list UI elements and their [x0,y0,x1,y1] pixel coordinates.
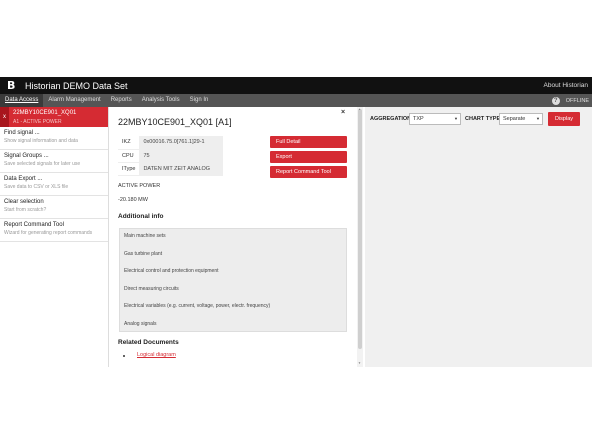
signal-value: -20.180 MW [118,197,148,203]
property-key: CPU [118,149,140,163]
info-line: Main machine sets [124,233,166,239]
property-value: 0x00016.75.0[761.1]29-1 [139,136,224,150]
nav-alarm-management[interactable]: Alarm Management [43,94,105,107]
help-icon[interactable]: ? [551,96,560,105]
selected-signal-name: 22MBY10CE901_XQ01 [13,110,77,116]
bullet-icon [123,355,125,357]
sidebar-item-title: Data Export ... [4,176,43,182]
nav-data-access[interactable]: Data Access [0,94,44,107]
info-line: Gas turbine plant [124,251,163,257]
scroll-up-icon[interactable]: ▲ [358,107,361,111]
aggregation-value: TXP [413,116,424,122]
property-key: IType [118,162,140,176]
sidebar-item-clear-selection[interactable]: Clear selection Start from scratch? [0,196,108,219]
signal-title: 22MBY10CE901_XQ01 [A1] [118,117,232,127]
property-value: DATEN MIT ZEIT ANALOG [139,162,224,176]
sidebar-item-signal-groups[interactable]: Signal Groups ... Save selected signals … [0,150,108,173]
property-key: IKZ [118,136,140,150]
sidebar: x 22MBY10CE901_XQ01 A1 - ACTIVE POWER Fi… [0,107,109,367]
sidebar-item-title: Report Command Tool [4,222,64,228]
full-detail-button[interactable]: Full Detail [270,136,347,148]
selected-signal-description: A1 - ACTIVE POWER [13,119,62,125]
sidebar-item-title: Find signal ... [4,130,40,136]
additional-info-heading: Additional info [118,213,164,220]
info-line: Electrical variables (e.g. current, volt… [124,303,271,309]
chevron-down-icon: ▼ [454,116,458,121]
scrollbar-thumb[interactable] [358,109,362,349]
sidebar-item-subtitle: Show signal information and data [4,138,78,144]
table-row: IKZ 0x00016.75.0[761.1]29-1 [118,136,224,150]
signal-description: ACTIVE POWER [118,183,161,189]
info-line: Analog signals [124,321,157,327]
close-icon[interactable]: × [341,109,345,116]
property-value: 75 [139,149,224,163]
main-nav: Data Access Alarm Management Reports Ana… [0,94,592,107]
sidebar-item-data-export[interactable]: Data Export ... Save data to CSV or XLS … [0,173,108,196]
selected-signal[interactable]: x 22MBY10CE901_XQ01 A1 - ACTIVE POWER [0,107,108,127]
sidebar-item-report-command-tool[interactable]: Report Command Tool Wizard for generatin… [0,219,108,242]
chart-type-value: Separate [503,116,526,122]
sidebar-item-title: Signal Groups ... [4,153,49,159]
remove-signal-icon[interactable]: x [0,107,9,127]
aggregation-label: AGGREGATION [370,116,412,122]
logo-icon: B [7,79,16,92]
aggregation-select[interactable]: TXP ▼ [409,113,461,125]
table-row: IType DATEN MIT ZEIT ANALOG [118,162,224,176]
report-command-tool-button[interactable]: Report Command Tool [270,166,347,178]
nav-analysis-tools[interactable]: Analysis Tools [137,94,185,107]
sidebar-item-subtitle: Start from scratch? [4,207,47,213]
nav-reports[interactable]: Reports [106,94,137,107]
chart-type-label: CHART TYPE [465,116,501,122]
signal-detail-panel: × ▲ ▼ 22MBY10CE901_XQ01 [A1] IKZ 0x00016… [109,107,365,367]
connection-status: OFFLINE [565,97,589,104]
additional-info-box: Main machine sets Gas turbine plant Elec… [119,228,347,332]
signal-properties-table: IKZ 0x00016.75.0[761.1]29-1 CPU 75 IType… [118,136,224,176]
logical-diagram-link[interactable]: Logical diagram [137,352,176,358]
display-button[interactable]: Display [548,112,580,126]
info-line: Direct measuring circuits [124,286,179,292]
app-title: Historian DEMO Data Set [25,80,128,91]
related-documents-heading: Related Documents [118,339,179,346]
sidebar-item-title: Clear selection [4,199,44,205]
table-row: CPU 75 [118,149,224,163]
nav-sign-in[interactable]: Sign In [185,94,214,107]
scroll-down-icon[interactable]: ▼ [358,361,361,365]
about-link[interactable]: About Historian [544,82,588,89]
sidebar-item-find-signal[interactable]: Find signal ... Show signal information … [0,127,108,150]
sidebar-item-subtitle: Save selected signals for later use [4,161,81,167]
top-bar: B Historian DEMO Data Set About Historia… [0,77,592,94]
app-window: B Historian DEMO Data Set About Historia… [0,77,592,367]
sidebar-item-subtitle: Save data to CSV or XLS file [4,184,69,190]
export-button[interactable]: Export [270,151,347,163]
sidebar-item-subtitle: Wizard for generating report commands [4,230,93,236]
chart-type-select[interactable]: Separate ▼ [499,113,543,125]
chevron-down-icon: ▼ [536,116,540,121]
chart-area: AGGREGATION TXP ▼ CHART TYPE Separate ▼ … [365,107,592,367]
info-line: Electrical control and protection equipm… [124,268,219,274]
